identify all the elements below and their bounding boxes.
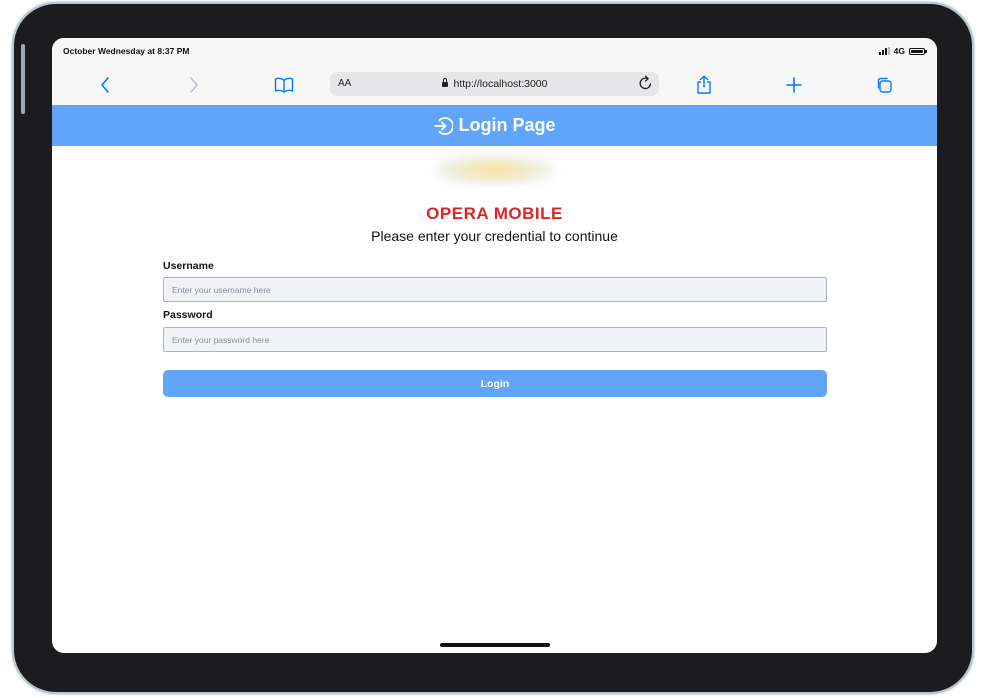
- login-button[interactable]: Login: [163, 370, 827, 397]
- password-label: Password: [163, 309, 213, 321]
- chevron-right-icon[interactable]: [181, 72, 207, 98]
- status-time: October Wednesday at 8:37 PM: [63, 46, 190, 56]
- book-icon[interactable]: [271, 72, 297, 98]
- volume-button: [21, 44, 25, 114]
- login-icon: [434, 116, 454, 135]
- browser-toolbar: AA http://localhost:3000: [52, 64, 937, 105]
- plus-icon[interactable]: [781, 72, 807, 98]
- chevron-left-icon[interactable]: [92, 72, 118, 98]
- lock-icon: [441, 78, 448, 87]
- battery-icon: [909, 47, 927, 55]
- app-header: Login Page: [52, 105, 937, 146]
- url-text[interactable]: http://localhost:3000: [330, 78, 659, 90]
- home-indicator[interactable]: [440, 643, 550, 647]
- screen: October Wednesday at 8:37 PM 4G AA http:…: [52, 38, 937, 653]
- signal-icon: [878, 47, 890, 55]
- network-type: 4G: [893, 46, 905, 56]
- tabs-icon[interactable]: [871, 72, 897, 98]
- reload-icon[interactable]: [638, 75, 653, 96]
- app-logo: [435, 155, 555, 185]
- username-input[interactable]: [163, 277, 827, 302]
- brand-name: OPERA MOBILE: [426, 204, 563, 223]
- username-label: Username: [163, 260, 214, 272]
- login-subtitle: Please enter your credential to continue: [371, 228, 618, 244]
- share-icon[interactable]: [691, 72, 717, 98]
- password-input[interactable]: [163, 327, 827, 352]
- url-value: http://localhost:3000: [453, 78, 548, 90]
- status-indicators: 4G: [878, 46, 927, 56]
- page-title: Login Page: [458, 115, 556, 135]
- address-bar[interactable]: AA http://localhost:3000: [330, 72, 659, 96]
- status-bar: October Wednesday at 8:37 PM 4G: [52, 38, 937, 64]
